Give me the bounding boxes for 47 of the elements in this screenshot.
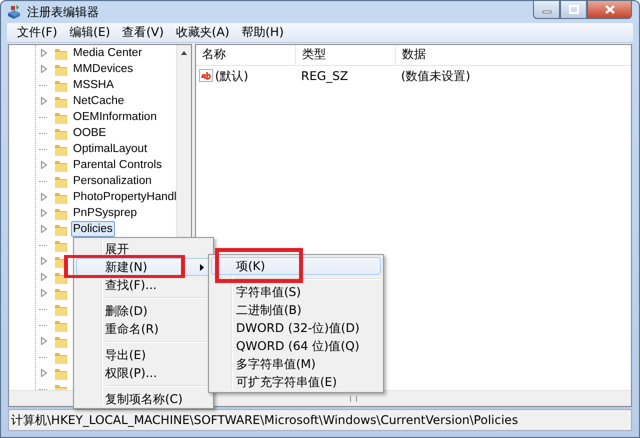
menu-item[interactable]: 收藏夹(A) xyxy=(170,24,236,41)
menu-item[interactable]: 导出(E) xyxy=(76,346,211,364)
value-data: (数值未设置) xyxy=(400,68,472,84)
registry-icon xyxy=(6,4,22,20)
tree-item[interactable]: PnPSysprep xyxy=(71,205,139,221)
menu-item[interactable]: 重命名(R) xyxy=(76,320,211,338)
tree-item[interactable]: MSSHA xyxy=(71,77,116,93)
menu-item[interactable]: 可扩充字符串值(E) xyxy=(211,373,381,391)
menu-item[interactable]: 展开 xyxy=(76,240,211,258)
menu-item[interactable]: 新建(N) xyxy=(76,258,211,276)
menu-item[interactable]: 编辑(E) xyxy=(63,24,116,41)
menu-item[interactable]: 文件(F) xyxy=(11,24,64,41)
menu-item[interactable]: 复制项名称(C) xyxy=(76,390,211,408)
value-type: REG_SZ xyxy=(300,69,350,83)
menu-item[interactable]: 字符串值(S) xyxy=(211,283,381,301)
menu-item[interactable]: 帮助(H) xyxy=(235,24,290,41)
menu-item[interactable]: 查找(F)... xyxy=(76,276,211,294)
tree-item[interactable]: Parental Controls xyxy=(71,157,164,173)
menu-item[interactable]: 多字符串值(M) xyxy=(211,355,381,373)
menu-item[interactable]: DWORD (32-位)值(D) xyxy=(211,319,381,337)
maximize-icon xyxy=(568,5,578,14)
menu-item[interactable]: 查看(V) xyxy=(116,24,170,41)
tree-item[interactable]: Personalization xyxy=(71,173,154,189)
tree-item[interactable]: PhotoPropertyHandl xyxy=(71,189,179,205)
tree-item[interactable]: Policies xyxy=(71,221,115,237)
tree-item[interactable]: OEMInformation xyxy=(71,109,159,125)
column-header[interactable]: 类型 xyxy=(296,45,396,65)
maximize-button[interactable] xyxy=(560,0,587,19)
window-title: 注册表编辑器 xyxy=(27,4,99,20)
minimize-button[interactable] xyxy=(533,0,560,19)
close-button[interactable] xyxy=(587,0,632,19)
tree-item[interactable]: OptimalLayout xyxy=(71,141,150,157)
registry-path: 计算机\HKEY_LOCAL_MACHINE\SOFTWARE\Microsoft\Windows\CurrentVersion\Policies xyxy=(11,412,518,428)
tree-item[interactable]: MMDevices xyxy=(71,61,136,77)
menu-item[interactable]: 权限(P)... xyxy=(76,364,211,382)
menu-item[interactable]: 二进制值(B) xyxy=(211,301,381,319)
tree-item[interactable]: OOBE xyxy=(71,125,108,141)
string-value-icon xyxy=(199,69,214,83)
tree-item[interactable]: NetCache xyxy=(71,93,126,109)
menu-item[interactable]: QWORD (64 位)值(Q) xyxy=(211,337,381,355)
menu-item[interactable]: 删除(D) xyxy=(76,302,211,320)
menu-item[interactable]: 项(K) xyxy=(211,257,381,275)
column-header[interactable]: 数据 xyxy=(396,45,631,65)
column-header[interactable]: 名称 xyxy=(196,45,296,65)
close-icon xyxy=(604,5,614,14)
value-name[interactable]: (默认) xyxy=(215,68,248,84)
tree-item[interactable]: Media Center xyxy=(71,45,144,61)
